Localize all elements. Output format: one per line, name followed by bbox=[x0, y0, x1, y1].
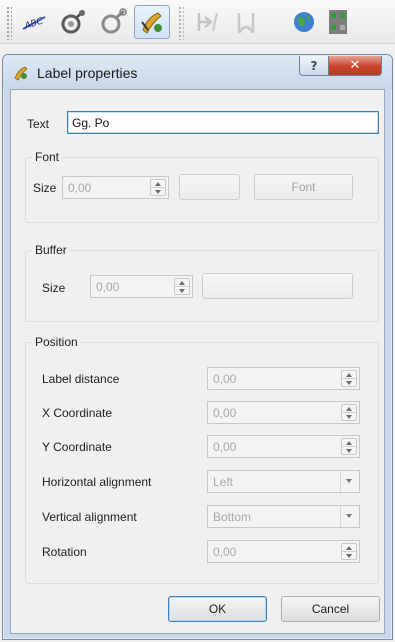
arrow-up-icon bbox=[346, 373, 352, 377]
rotation-label: Rotation bbox=[42, 545, 87, 559]
x-coordinate-stepper[interactable] bbox=[341, 404, 357, 421]
arrow-down-icon bbox=[346, 449, 352, 453]
x-coordinate-value: 0,00 bbox=[213, 406, 237, 420]
vertical-alignment-label: Vertical alignment bbox=[42, 510, 137, 524]
pin-labels-icon bbox=[61, 10, 85, 34]
rotate-label-button[interactable] bbox=[228, 5, 264, 39]
close-icon: ✕ bbox=[349, 58, 361, 73]
y-coordinate-stepper[interactable] bbox=[341, 438, 357, 455]
arrow-up-icon bbox=[155, 182, 161, 186]
ok-button[interactable]: OK bbox=[168, 596, 267, 622]
label-distance-spinbox[interactable]: 0,00 bbox=[207, 367, 360, 390]
position-group: Position Label distance 0,00 X Coordinat… bbox=[25, 335, 379, 584]
show-hide-labels-icon bbox=[101, 8, 127, 34]
rotation-spinbox[interactable]: 0,00 bbox=[207, 540, 360, 563]
buffer-size-value: 0,00 bbox=[96, 280, 120, 294]
svg-text:ABC: ABC bbox=[23, 16, 45, 32]
help-button[interactable]: ? bbox=[299, 56, 329, 76]
dialog-titlebar[interactable]: Label properties ? ✕ bbox=[3, 55, 392, 89]
arrow-down-icon bbox=[346, 554, 352, 558]
globe-icon bbox=[294, 12, 314, 32]
font-size-value: 0,00 bbox=[68, 181, 92, 195]
label-distance-value: 0,00 bbox=[213, 372, 237, 386]
text-label: Text bbox=[27, 117, 50, 131]
close-button[interactable]: ✕ bbox=[328, 56, 382, 76]
arrow-up-icon bbox=[346, 546, 352, 550]
arrow-up-icon bbox=[346, 407, 352, 411]
x-coordinate-spinbox[interactable]: 0,00 bbox=[207, 401, 360, 424]
font-size-label: Size bbox=[33, 181, 57, 195]
rotate-label-icon bbox=[237, 13, 255, 34]
help-icon: ? bbox=[310, 58, 318, 73]
label-abc-button[interactable]: ABC bbox=[16, 5, 52, 39]
font-color-button[interactable] bbox=[179, 174, 240, 200]
arrow-down-icon bbox=[179, 289, 185, 293]
horizontal-alignment-label: Horizontal alignment bbox=[42, 475, 152, 489]
x-coordinate-label: X Coordinate bbox=[42, 406, 113, 420]
buffer-group-title: Buffer bbox=[32, 243, 70, 257]
show-hide-labels-button[interactable] bbox=[96, 5, 132, 39]
arrow-down-icon bbox=[346, 415, 352, 419]
arrow-down-icon bbox=[346, 381, 352, 385]
font-size-stepper[interactable] bbox=[150, 179, 166, 196]
font-group: Font Size 0,00 Font bbox=[25, 150, 379, 223]
move-label-icon bbox=[197, 12, 218, 32]
pin-labels-button[interactable] bbox=[56, 5, 92, 39]
y-coordinate-value: 0,00 bbox=[213, 440, 237, 454]
label-distance-label: Label distance bbox=[42, 372, 120, 386]
buffer-group: Buffer Size 0,00 bbox=[25, 243, 379, 322]
y-coordinate-label: Y Coordinate bbox=[42, 440, 112, 454]
buffer-size-stepper[interactable] bbox=[174, 278, 190, 295]
rotation-stepper[interactable] bbox=[341, 543, 357, 560]
dialog-body: Text Font Size 0,00 Font Buffer Size bbox=[10, 89, 385, 634]
position-group-title: Position bbox=[32, 335, 81, 349]
label-properties-button[interactable] bbox=[134, 5, 170, 39]
chevron-down-icon bbox=[346, 479, 352, 483]
grid-tool-icon bbox=[329, 10, 347, 34]
labeling-toolbar: ABC bbox=[0, 0, 395, 44]
toolbar-grip[interactable] bbox=[6, 6, 12, 40]
arrow-up-icon bbox=[346, 441, 352, 445]
rotation-value: 0,00 bbox=[213, 545, 237, 559]
horizontal-alignment-select[interactable]: Left bbox=[207, 470, 360, 493]
label-properties-title-icon bbox=[14, 66, 28, 81]
arrow-down-icon bbox=[155, 190, 161, 194]
font-button[interactable]: Font bbox=[254, 174, 353, 200]
vertical-alignment-select[interactable]: Bottom bbox=[207, 505, 360, 528]
label-distance-stepper[interactable] bbox=[341, 370, 357, 387]
buffer-color-button[interactable] bbox=[202, 273, 353, 299]
horizontal-alignment-dropdown[interactable] bbox=[340, 471, 359, 492]
ok-button-label: OK bbox=[208, 602, 227, 616]
font-group-title: Font bbox=[32, 150, 63, 164]
cancel-button[interactable]: Cancel bbox=[281, 596, 380, 622]
toolbar-separator bbox=[178, 6, 184, 40]
dialog-title: Label properties bbox=[37, 65, 138, 81]
arrow-up-icon bbox=[179, 281, 185, 285]
buffer-size-label: Size bbox=[42, 281, 66, 295]
chevron-down-icon bbox=[346, 514, 352, 518]
buffer-size-spinbox[interactable]: 0,00 bbox=[90, 275, 193, 298]
cancel-button-label: Cancel bbox=[311, 602, 350, 616]
label-abc-icon: ABC bbox=[22, 16, 46, 32]
font-size-spinbox[interactable]: 0,00 bbox=[62, 176, 169, 199]
y-coordinate-spinbox[interactable]: 0,00 bbox=[207, 435, 360, 458]
horizontal-alignment-value: Left bbox=[213, 475, 234, 489]
move-label-button[interactable] bbox=[190, 5, 226, 39]
font-button-label: Font bbox=[291, 180, 316, 194]
vertical-alignment-value: Bottom bbox=[213, 510, 252, 524]
globe-button[interactable] bbox=[286, 5, 322, 39]
label-properties-icon bbox=[141, 12, 162, 34]
grid-tool-button[interactable] bbox=[320, 5, 356, 39]
label-text-input[interactable] bbox=[67, 111, 379, 134]
label-properties-dialog: Label properties ? ✕ Text Font Size 0,00 bbox=[2, 54, 393, 640]
vertical-alignment-dropdown[interactable] bbox=[340, 506, 359, 527]
